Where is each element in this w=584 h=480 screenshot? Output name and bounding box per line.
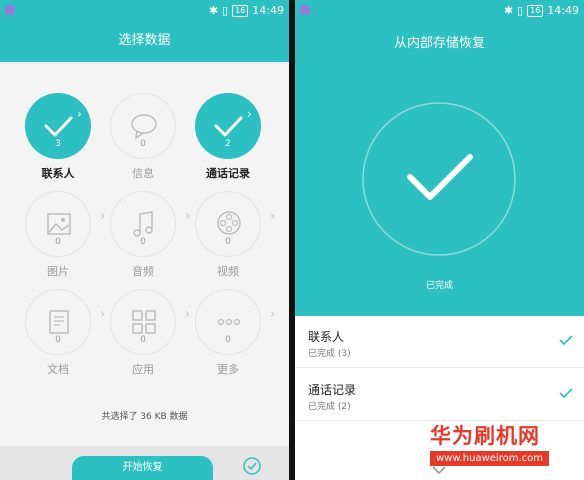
item-label: 通话记录 (206, 167, 250, 180)
data-item-contacts[interactable]: › 3 联系人 (25, 93, 109, 193)
result-row-contacts: 联系人 已完成 (3) (295, 316, 584, 368)
item-label: 更多 (217, 363, 239, 376)
chevron-right-icon: › (100, 209, 106, 224)
item-count: 0 (225, 237, 231, 247)
item-count: 0 (55, 237, 61, 247)
data-item-documents[interactable]: › 0 文档 (25, 289, 109, 389)
item-count: 0 (225, 335, 231, 345)
item-count: 0 (140, 335, 146, 345)
item-count: 2 (225, 139, 231, 149)
item-count: 0 (140, 237, 146, 247)
vibrate-icon: ▯ (517, 4, 524, 17)
select-data-screen: ✱ ▯ 16 14:49 选择数据 › 3 联系人 0 信息 › 2 通话记录 … (0, 0, 289, 480)
more-dots-icon (217, 318, 241, 326)
data-item-audio[interactable]: › 0 音频 (110, 191, 194, 291)
apps-grid-icon (132, 310, 156, 334)
check-icon (214, 116, 243, 137)
check-icon (559, 388, 573, 399)
page-title: 选择数据 (0, 22, 289, 62)
clock: 14:49 (252, 4, 284, 17)
restore-complete-screen: ✱ ▯ 16 14:49 从内部存储恢复 已完成 联系人 已完成 (3) 通话记… (295, 0, 584, 480)
watermark-title: 华为刷机网 (430, 424, 540, 448)
result-subtitle: 已完成 (2) (308, 402, 351, 412)
completion-status: 已完成 (425, 281, 453, 291)
app-notification-icon (300, 5, 310, 15)
data-item-apps[interactable]: › 0 应用 (110, 289, 194, 389)
check-icon (559, 335, 573, 346)
document-icon (49, 310, 69, 334)
item-label: 图片 (47, 265, 69, 278)
page-title: 从内部存储恢复 (393, 36, 485, 51)
chevron-right-icon: › (100, 307, 106, 322)
item-label: 视频 (217, 265, 239, 278)
watermark-url: www.huaweirom.com (430, 451, 549, 466)
item-label: 信息 (132, 167, 154, 180)
item-count: 0 (55, 335, 61, 345)
chevron-right-icon: › (185, 209, 191, 224)
data-item-messages[interactable]: 0 信息 (110, 93, 194, 193)
result-row-call-log: 通话记录 已完成 (2) (295, 369, 584, 421)
data-item-video[interactable]: › 0 视频 (195, 191, 279, 291)
item-label: 应用 (132, 363, 154, 376)
vibrate-icon: ▯ (222, 4, 229, 17)
item-count: 0 (140, 139, 146, 149)
chevron-right-icon: › (270, 209, 276, 224)
bluetooth-icon: ✱ (503, 4, 514, 17)
chevron-right-icon: › (77, 107, 82, 121)
result-subtitle: 已完成 (3) (308, 349, 351, 359)
bluetooth-icon: ✱ (208, 4, 219, 17)
select-all-check-icon[interactable] (242, 456, 262, 476)
battery-indicator: 16 (232, 4, 249, 17)
complete-check-icon (362, 102, 516, 256)
status-bar: ✱ ▯ 16 14:49 (295, 0, 584, 22)
site-watermark: 华为刷机网 www.huaweirom.com (430, 423, 549, 466)
music-note-icon (133, 211, 153, 237)
data-item-call-log[interactable]: › 2 通话记录 (195, 93, 279, 193)
message-icon (131, 114, 157, 140)
data-item-more[interactable]: › 0 更多 (195, 289, 279, 389)
chevron-right-icon: › (247, 107, 252, 121)
clock: 14:49 (547, 4, 579, 17)
item-label: 音频 (132, 265, 154, 278)
result-title: 联系人 (308, 330, 345, 344)
item-label: 联系人 (41, 167, 75, 180)
chevron-right-icon: › (270, 307, 276, 322)
completion-hero: 从内部存储恢复 已完成 (295, 22, 584, 316)
start-restore-button[interactable]: 开始恢复 (72, 456, 213, 480)
film-reel-icon (217, 211, 241, 235)
data-item-pictures[interactable]: › 0 图片 (25, 191, 109, 291)
item-count: 3 (55, 139, 61, 149)
chevron-right-icon: › (185, 307, 191, 322)
app-notification-icon (5, 5, 15, 15)
status-bar: ✱ ▯ 16 14:49 (0, 0, 289, 22)
item-label: 文档 (47, 363, 69, 376)
result-title: 通话记录 (308, 383, 357, 397)
selection-summary: 共选择了 36 KB 数据 (101, 412, 188, 422)
picture-icon (47, 213, 71, 235)
battery-indicator: 16 (527, 4, 544, 17)
check-icon (44, 116, 73, 137)
